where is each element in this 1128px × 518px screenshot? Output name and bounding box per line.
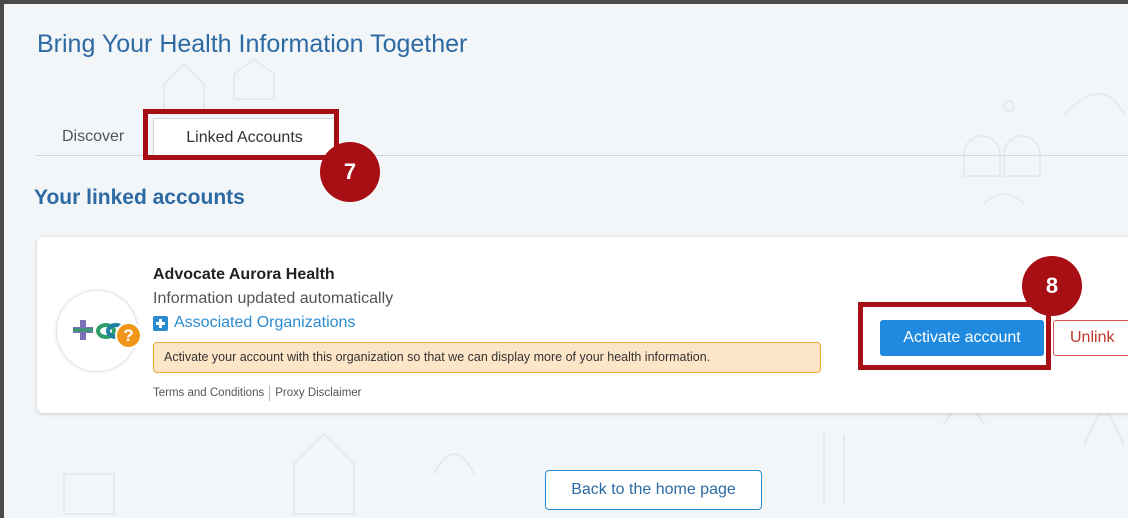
proxy-disclaimer-link[interactable]: Proxy Disclaimer bbox=[275, 387, 361, 399]
tab-linked-accounts[interactable]: Linked Accounts bbox=[153, 118, 336, 157]
organization-status: Information updated automatically bbox=[153, 290, 394, 307]
activate-account-button[interactable]: Activate account bbox=[880, 320, 1044, 356]
organization-name: Advocate Aurora Health bbox=[153, 266, 335, 283]
callout-badge-8: 8 bbox=[1022, 256, 1082, 316]
terms-link[interactable]: Terms and Conditions bbox=[153, 387, 264, 399]
page-title: Bring Your Health Information Together bbox=[37, 30, 468, 58]
link-divider bbox=[269, 385, 271, 401]
section-title: Your linked accounts bbox=[34, 186, 245, 209]
tab-discover[interactable]: Discover bbox=[38, 118, 148, 156]
organization-icon bbox=[153, 315, 168, 331]
associated-organizations-label: Associated Organizations bbox=[174, 314, 356, 331]
question-icon[interactable]: ? bbox=[115, 322, 142, 349]
associated-organizations-link[interactable]: Associated Organizations bbox=[153, 314, 355, 332]
unlink-button[interactable]: Unlink bbox=[1053, 320, 1128, 356]
tab-bar: Discover Linked Accounts bbox=[36, 118, 1128, 157]
legal-links: Terms and Conditions Proxy Disclaimer bbox=[153, 385, 362, 401]
activation-notice: Activate your account with this organiza… bbox=[153, 342, 821, 373]
callout-badge-7: 7 bbox=[320, 142, 380, 202]
back-home-button[interactable]: Back to the home page bbox=[545, 470, 762, 510]
